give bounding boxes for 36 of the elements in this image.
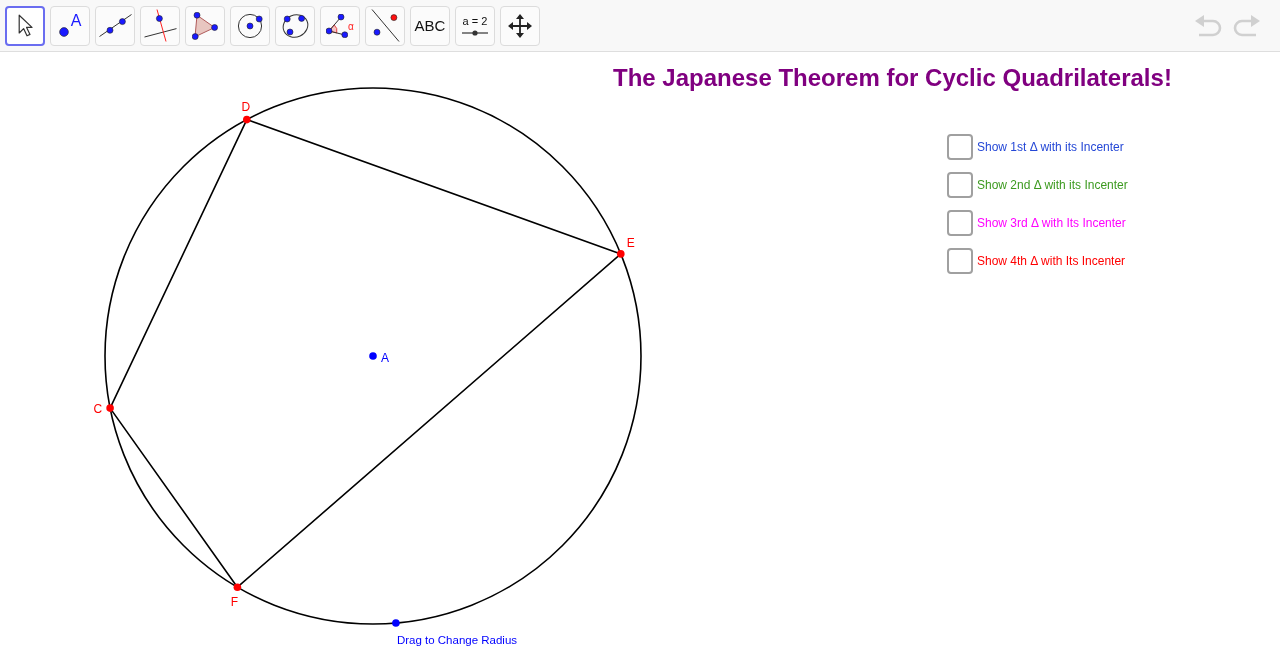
point[interactable] [617, 250, 625, 258]
point-label: A [381, 351, 389, 365]
checkbox[interactable] [947, 134, 973, 160]
tool-button[interactable] [5, 5, 45, 46]
tool-button[interactable]: ABC [410, 5, 450, 46]
point-label: C [93, 402, 103, 417]
checkbox-label[interactable]: Show 1st Δ with its Incenter [977, 140, 1124, 154]
tool-button[interactable]: A [50, 5, 90, 46]
title: The Japanese Theorem for Cyclic Quadrilaterals! [613, 64, 1172, 92]
point-icon [58, 26, 69, 37]
point[interactable] [106, 404, 114, 412]
point-label: E [626, 236, 635, 251]
line-with-points-icon [370, 9, 400, 42]
circle-icon [236, 11, 264, 40]
perpendicular-lines-icon [143, 9, 177, 42]
checkbox-label[interactable]: Show 4th Δ with Its Incenter [977, 254, 1126, 268]
point[interactable] [233, 583, 242, 591]
checkbox[interactable] [947, 248, 973, 274]
point[interactable] [243, 115, 251, 124]
checkbox[interactable] [947, 172, 973, 198]
triangle-icon [192, 11, 218, 40]
cursor-arrow-icon [17, 14, 33, 37]
ellipse-icon [281, 11, 309, 40]
slider-icon [462, 30, 488, 36]
tool-button[interactable]: a = 2 [455, 5, 495, 46]
point-label: D [241, 99, 251, 114]
checkbox[interactable] [947, 210, 973, 236]
line-icon [98, 14, 132, 37]
point[interactable] [369, 352, 377, 360]
angle-icon [326, 13, 349, 38]
point-label: F [230, 595, 239, 610]
handle-point[interactable] [392, 619, 400, 627]
checkbox-label[interactable]: Show 2nd Δ with its Incenter [977, 178, 1128, 192]
tool-button[interactable]: α [320, 5, 360, 46]
point-caption: Drag to Change Radius [396, 633, 518, 646]
four-way-arrows-icon [508, 13, 532, 38]
